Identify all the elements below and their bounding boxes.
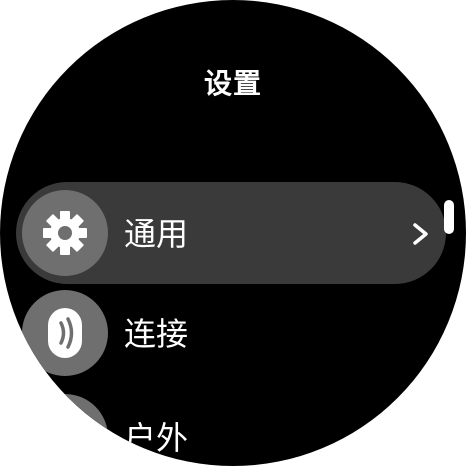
menu-item-connection-icon-circle[interactable] bbox=[22, 290, 108, 376]
gear-icon bbox=[43, 211, 87, 255]
watch-face: 设置 通用 连接 户外 bbox=[0, 0, 466, 466]
menu-item-label: 通用 bbox=[124, 215, 189, 253]
chevron-right-icon bbox=[413, 223, 428, 245]
menu-item-label[interactable]: 连接 bbox=[124, 314, 188, 354]
outdoor-icon bbox=[43, 415, 87, 459]
menu-item-label[interactable]: 户外 bbox=[124, 418, 188, 458]
screen: 设置 通用 连接 户外 bbox=[0, 0, 466, 466]
page-title: 设置 bbox=[203, 67, 262, 100]
scrollbar[interactable] bbox=[444, 200, 454, 234]
menu-item-general-icon-circle bbox=[22, 190, 108, 276]
connection-icon bbox=[48, 308, 82, 358]
menu-item-outdoor-icon-circle[interactable] bbox=[22, 394, 108, 466]
